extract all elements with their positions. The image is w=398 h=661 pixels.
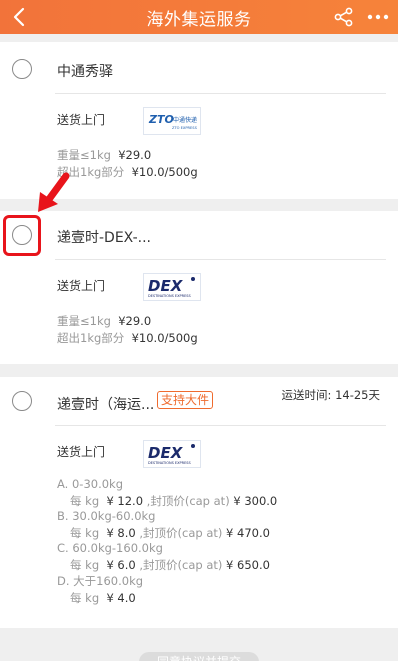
price-line: 重量≤1kg ¥29.0 [57,148,152,162]
highlight-box [3,215,41,256]
price-line: 超出1kg部分 ¥10.0/500g [57,165,198,179]
delivery-label: 送货上门 [57,279,106,293]
shipping-option-card[interactable]: 递壹时-DEX-... 送货上门 DEX DESTINATIONS EXPRES… [0,211,398,364]
share-icon[interactable] [333,6,355,28]
divider [55,425,386,426]
page-title: 海外集运服务 [146,9,252,30]
radio-button[interactable] [12,391,32,411]
dex-logo-name: DEX [148,444,184,462]
delivery-time: 运送时间: 14-25天 [281,388,380,402]
red-arrow-icon [38,172,70,212]
tier-range: B. 30.0kg-60.0kg [57,509,156,523]
back-icon[interactable] [6,4,34,30]
radio-button[interactable] [12,59,32,79]
tier-price: 每 kg ¥ 12.0 ,封顶价(cap at) ¥ 300.0 [70,494,278,508]
tier-price: 每 kg ¥ 6.0 ,封顶价(cap at) ¥ 650.0 [70,558,270,572]
option-name: 中通秀驿 [57,64,113,80]
large-item-badge: 支持大件 [157,391,214,409]
price-line: 重量≤1kg ¥29.0 [57,314,152,328]
dex-logo: DEX DESTINATIONS EXPRESS [143,440,201,468]
dex-logo-sub: DESTINATIONS EXPRESS [148,294,192,298]
tier-range: D. 大于160.0kg [57,574,144,588]
option-name: 递壹时-DEX-... [57,230,151,246]
delivery-label: 送货上门 [57,445,106,459]
divider [55,93,386,94]
submit-button[interactable]: 同意协议并提交 [139,652,259,661]
dex-logo-name: DEX [148,277,184,295]
option-name: 递壹时（海运... [57,397,155,413]
dex-logo: DEX DESTINATIONS EXPRESS [143,273,201,301]
divider [55,259,386,260]
tier-range: A. 0-30.0kg [57,477,124,491]
zto-logo-en: ZTO EXPRESS [172,126,198,130]
tier-price: 每 kg ¥ 4.0 [70,591,136,605]
zto-logo-cn: 中通快递 [173,116,197,124]
delivery-label: 送货上门 [57,113,106,127]
dex-logo-sub: DESTINATIONS EXPRESS [148,461,192,465]
more-icon[interactable] [365,6,391,28]
zto-logo: ZTO 中通快递 ZTO EXPRESS [143,107,201,135]
app-header: 海外集运服务 [0,0,398,34]
zto-logo-name: ZTO [148,113,174,126]
tier-price: 每 kg ¥ 8.0 ,封顶价(cap at) ¥ 470.0 [70,526,270,540]
tier-range: C. 60.0kg-160.0kg [57,541,163,555]
shipping-option-card[interactable]: 递壹时（海运... 支持大件 运送时间: 14-25天 送货上门 DEX DES… [0,377,398,628]
price-line: 超出1kg部分 ¥10.0/500g [57,331,198,345]
